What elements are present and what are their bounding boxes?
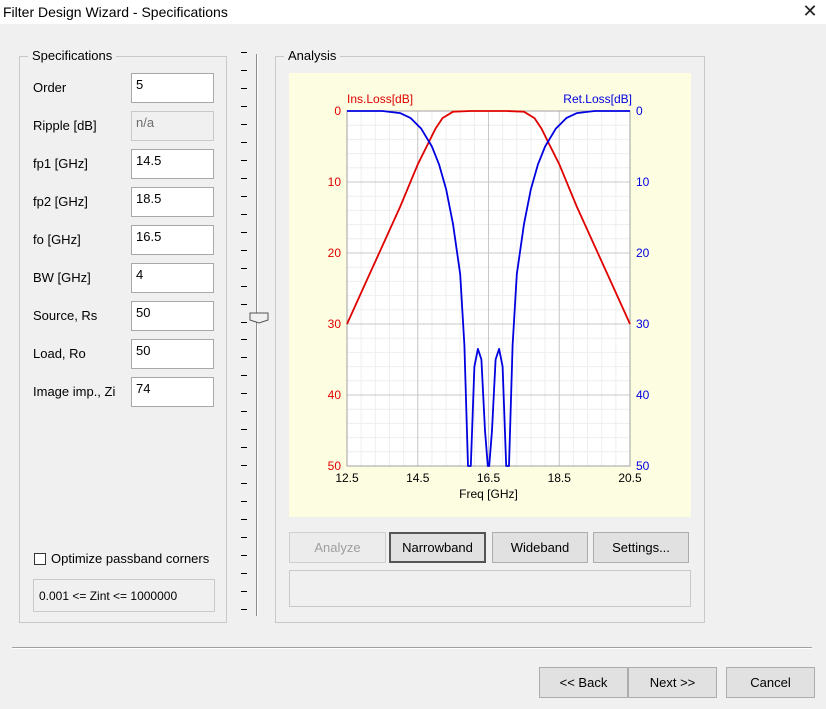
back-button[interactable]: << Back (539, 667, 628, 698)
x-tick-label: 14.5 (406, 471, 430, 485)
slider-tick (241, 88, 247, 89)
slider-tick (241, 519, 247, 520)
field-label: fp2 [GHz] (33, 194, 88, 209)
analysis-group: Analysis 12.5 14.5 16.5 18.5 20.5 0 10 20 30 40 50… (275, 48, 705, 623)
specifications-group: Specifications Order 5 Ripple [dB] n/a fp1 [… (19, 48, 227, 623)
slider-tick (241, 124, 247, 125)
slider-tick (241, 465, 247, 466)
footer-separator (12, 647, 812, 649)
slider-tick (241, 232, 247, 233)
zint-range-text: 0.001 <= Zint <= 1000000 (39, 589, 178, 603)
slider-tick (241, 375, 247, 376)
x-tick-label: 20.5 (618, 471, 642, 485)
left-tick-label: 20 (328, 246, 342, 260)
optimize-checkbox[interactable] (34, 553, 46, 565)
slider-tick (241, 609, 247, 610)
slider-tick (241, 322, 247, 323)
slider-tick (241, 501, 247, 502)
slider-tick (241, 250, 247, 251)
analyze-button[interactable]: Analyze (289, 532, 386, 563)
slider-tick (241, 268, 247, 269)
slider-tick (241, 339, 247, 340)
x-axis-title: Freq [GHz] (459, 487, 518, 501)
slider-tick (241, 304, 247, 305)
left-tick-label: 50 (328, 459, 342, 473)
field-input[interactable]: 74 (131, 377, 214, 407)
slider-tick (241, 555, 247, 556)
slider-tick (241, 447, 247, 448)
slider-tick (241, 160, 247, 161)
x-tick-label: 18.5 (548, 471, 572, 485)
slider-track[interactable] (256, 54, 258, 616)
analysis-status-box (289, 570, 691, 607)
zint-range-box: 0.001 <= Zint <= 1000000 (33, 579, 215, 612)
slider-tick (241, 286, 247, 287)
slider-tick (241, 483, 247, 484)
plot-area: 12.5 14.5 16.5 18.5 20.5 0 10 20 30 40 50 0 10 20 30 40… (289, 73, 691, 517)
window-title: Filter Design Wizard - Specifications (3, 4, 228, 20)
right-tick-label: 50 (636, 459, 650, 473)
field-input[interactable]: 14.5 (131, 149, 214, 179)
field-label: BW [GHz] (33, 270, 91, 285)
slider-tick (241, 178, 247, 179)
slider-tick (241, 393, 247, 394)
slider-tick (241, 214, 247, 215)
right-tick-label: 0 (636, 104, 643, 118)
right-tick-label: 40 (636, 388, 650, 402)
slider-tick (241, 411, 247, 412)
left-tick-label: 40 (328, 388, 342, 402)
close-icon[interactable]: ✕ (798, 0, 822, 24)
right-axis-title: Ret.Loss[dB] (563, 92, 632, 106)
field-input[interactable]: 16.5 (131, 225, 214, 255)
slider-thumb[interactable] (249, 312, 269, 324)
wideband-button[interactable]: Wideband (492, 532, 588, 563)
x-tick-label: 16.5 (477, 471, 501, 485)
response-chart: 12.5 14.5 16.5 18.5 20.5 0 10 20 30 40 50 0 10 20 30 40… (328, 92, 650, 501)
field-label: fo [GHz] (33, 232, 81, 247)
field-label: Ripple [dB] (33, 118, 97, 133)
field-label: Image imp., Zi (33, 384, 116, 399)
slider-tick (241, 429, 247, 430)
right-tick-label: 20 (636, 246, 650, 260)
field-input[interactable]: 18.5 (131, 187, 214, 217)
narrowband-button[interactable]: Narrowband (389, 532, 486, 563)
slider-tick (241, 106, 247, 107)
slider-tick (241, 357, 247, 358)
optimize-label[interactable]: Optimize passband corners (51, 551, 209, 566)
field-input[interactable]: 4 (131, 263, 214, 293)
right-tick-label: 30 (636, 317, 650, 331)
title-bar: Filter Design Wizard - Specifications ✕ (0, 0, 826, 24)
slider-tick (241, 52, 247, 53)
slider-tick (241, 591, 247, 592)
x-tick-label: 12.5 (335, 471, 359, 485)
slider-tick (241, 537, 247, 538)
settings-button[interactable]: Settings... (593, 532, 689, 563)
field-label: fp1 [GHz] (33, 156, 88, 171)
field-label: Source, Rs (33, 308, 98, 323)
left-tick-label: 30 (328, 317, 342, 331)
left-tick-label: 0 (334, 104, 341, 118)
cancel-button[interactable]: Cancel (726, 667, 815, 698)
field-input[interactable]: 50 (131, 301, 214, 331)
field-label: Order (33, 80, 67, 95)
analysis-title: Analysis (284, 48, 341, 63)
left-tick-label: 10 (328, 175, 342, 189)
slider-tick (241, 142, 247, 143)
right-tick-label: 10 (636, 175, 650, 189)
slider-tick (241, 196, 247, 197)
next-button[interactable]: Next >> (628, 667, 717, 698)
field-label: Load, Ro (33, 346, 86, 361)
left-axis-title: Ins.Loss[dB] (347, 92, 413, 106)
field-input: n/a (131, 111, 214, 141)
slider-tick (241, 573, 247, 574)
specifications-title: Specifications (28, 48, 117, 63)
field-input[interactable]: 5 (131, 73, 214, 103)
field-input[interactable]: 50 (131, 339, 214, 369)
slider-tick (241, 70, 247, 71)
